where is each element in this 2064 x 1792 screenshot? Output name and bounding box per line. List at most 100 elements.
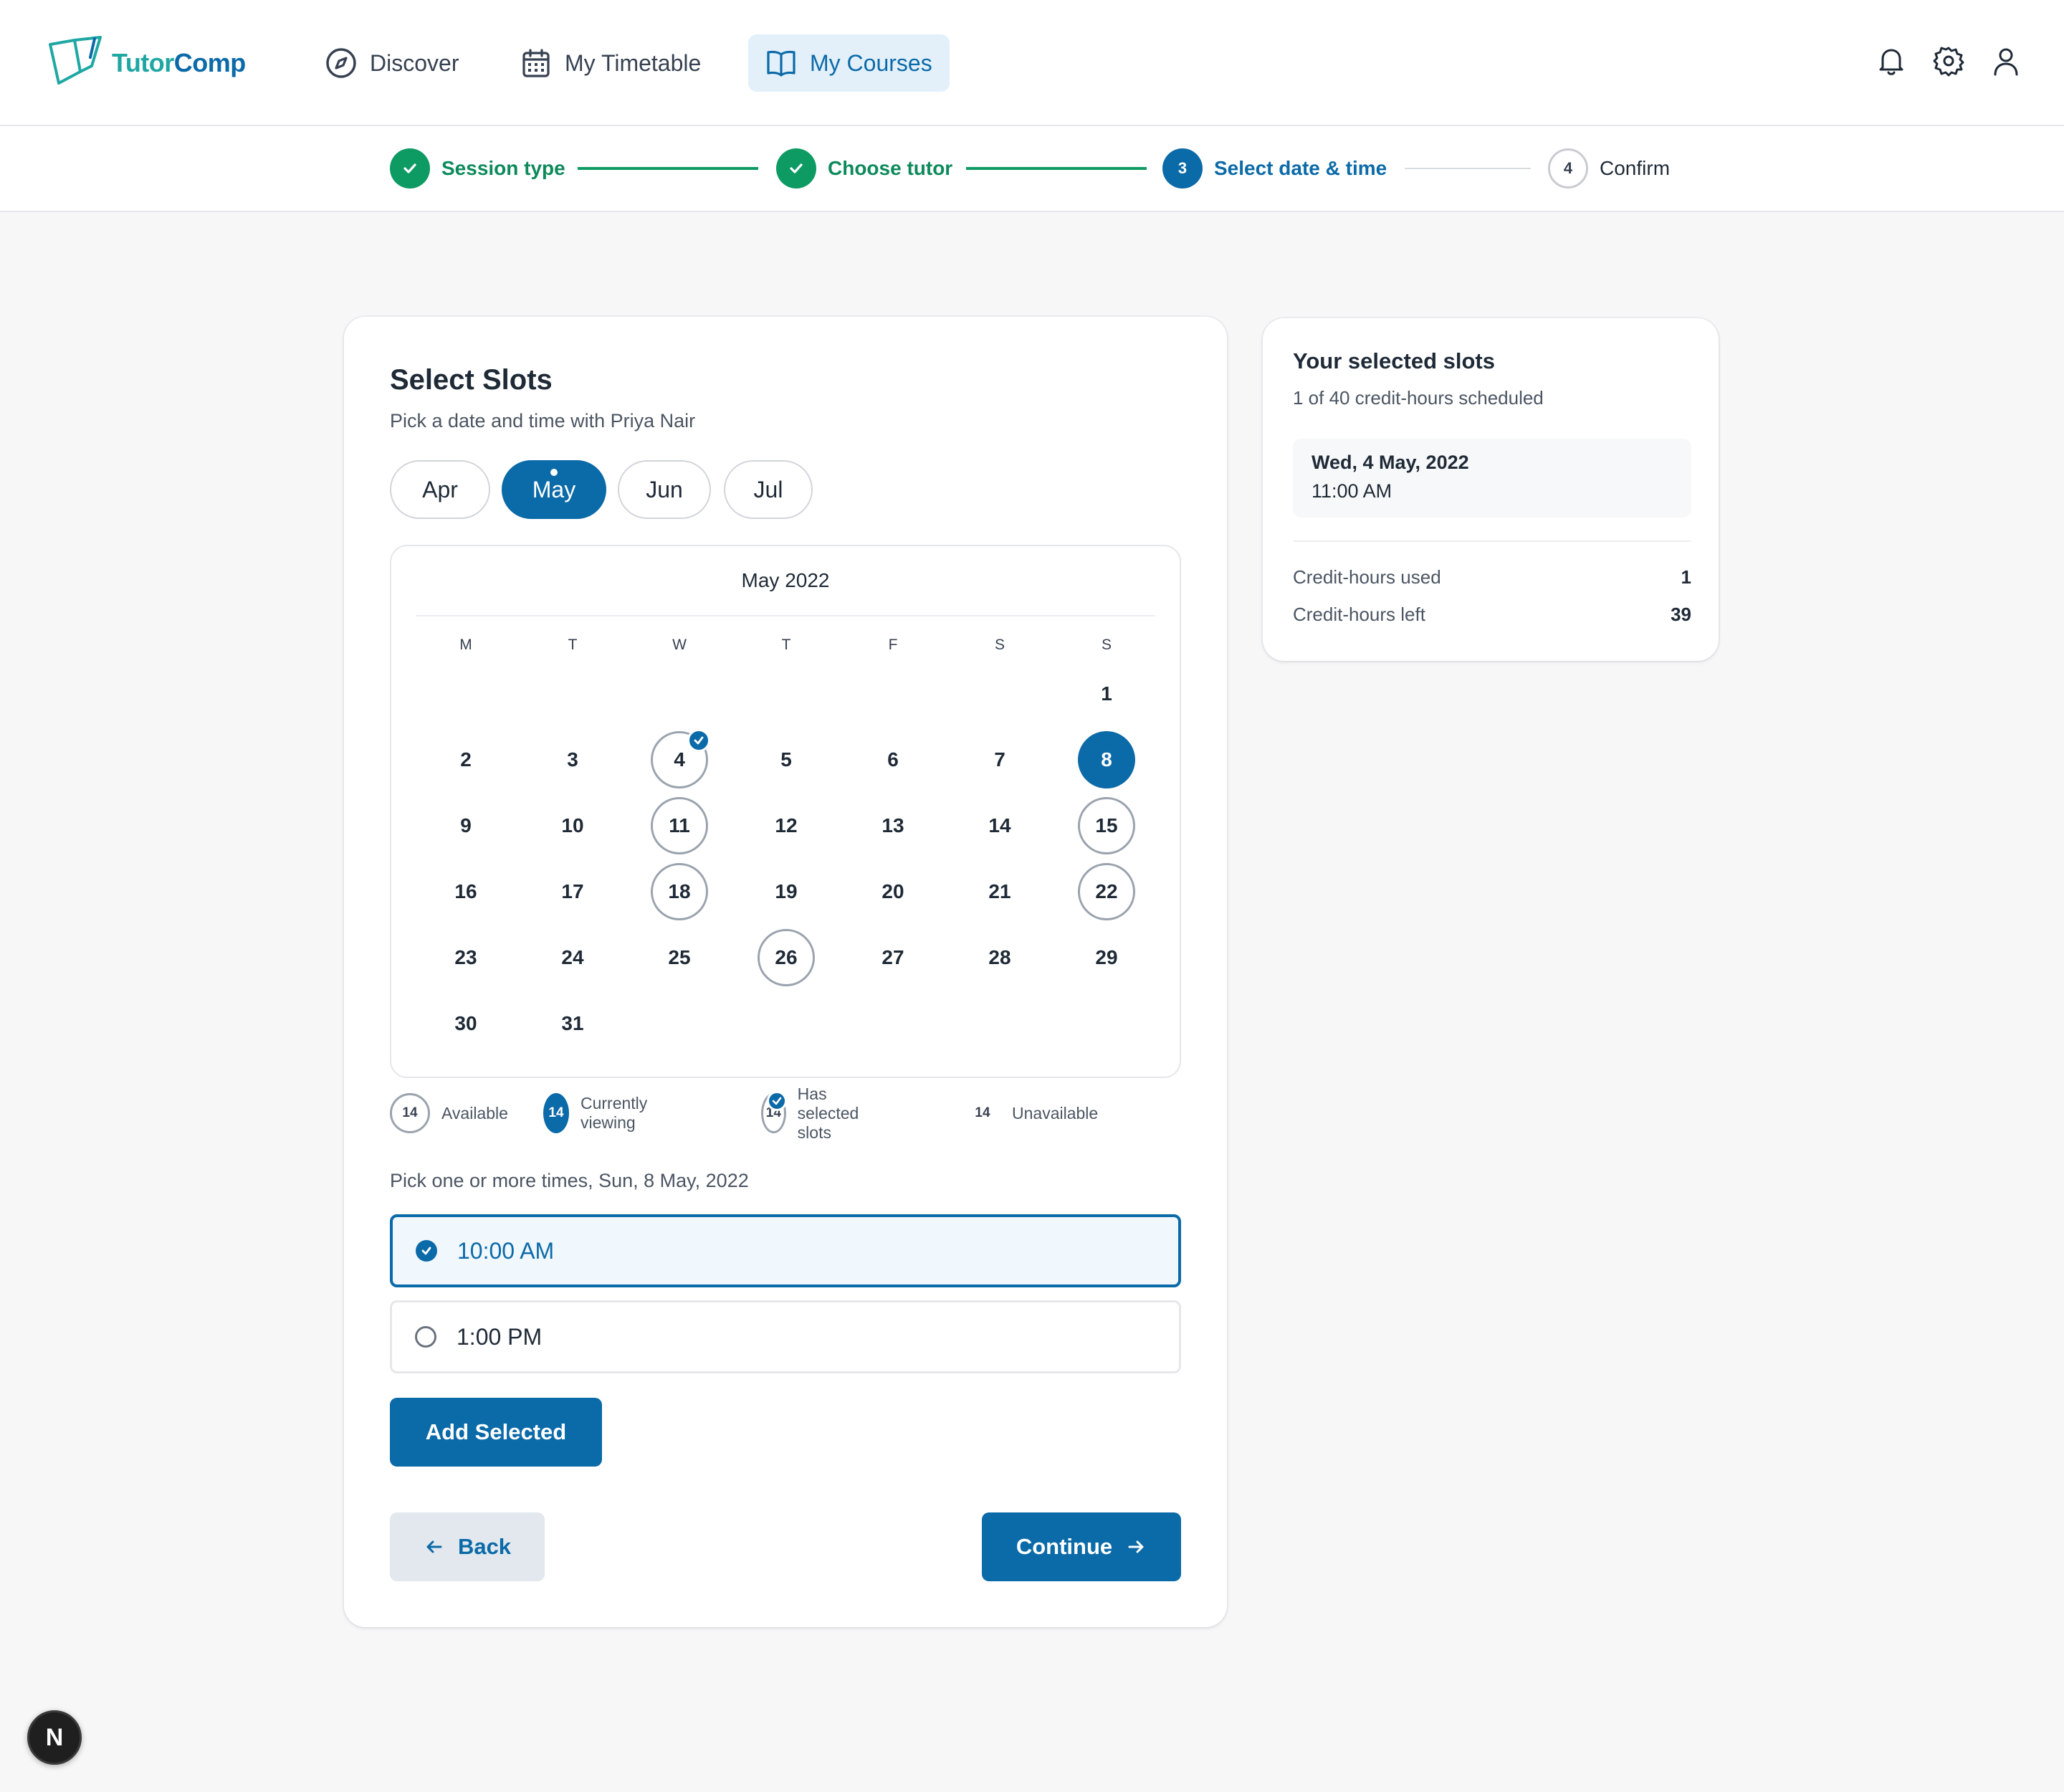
step-choose-tutor[interactable]: Choose tutor bbox=[776, 148, 952, 189]
book-open-icon bbox=[767, 50, 796, 77]
weekday-header: T bbox=[781, 637, 791, 653]
step-confirm[interactable]: 4 Confirm bbox=[1548, 148, 1670, 189]
month-tab-may[interactable]: May bbox=[502, 460, 606, 519]
day-number: 13 bbox=[882, 814, 904, 837]
logo[interactable]: TutorComp bbox=[47, 36, 246, 90]
calendar-day: 21 bbox=[971, 863, 1028, 920]
top-navigation-bar: TutorComp Discover My Timetable My Cours… bbox=[0, 0, 2064, 126]
day-number: 31 bbox=[561, 1012, 584, 1034]
legend-swatch: 14 bbox=[975, 1105, 990, 1120]
day-number: 16 bbox=[454, 880, 477, 902]
calendar-day: 19 bbox=[758, 863, 815, 920]
side-card-subtitle: 1 of 40 credit-hours scheduled bbox=[1293, 387, 1544, 409]
day-number: 18 bbox=[668, 880, 691, 902]
step-label: Session type bbox=[441, 157, 565, 179]
calendar-day: 5 bbox=[758, 731, 815, 788]
check-icon bbox=[390, 148, 430, 189]
calendar-day: 30 bbox=[437, 995, 494, 1052]
step-number: 4 bbox=[1548, 148, 1588, 189]
calendar-day: 9 bbox=[437, 797, 494, 854]
weekday-header: S bbox=[1101, 637, 1112, 653]
step-number: 3 bbox=[1162, 148, 1203, 189]
month-tab-jun[interactable]: Jun bbox=[618, 460, 711, 519]
credit-hours-used-label: Credit-hours used bbox=[1293, 566, 1441, 588]
selected-slots-card: Your selected slots 1 of 40 credit-hours… bbox=[1263, 318, 1719, 661]
day-number: 17 bbox=[561, 880, 584, 902]
calendar-icon bbox=[522, 49, 550, 77]
day-number: 24 bbox=[561, 946, 584, 968]
selected-slot[interactable]: Wed, 4 May, 2022 11:00 AM bbox=[1293, 439, 1691, 518]
day-number: 1 bbox=[1101, 682, 1112, 705]
step-label: Select date & time bbox=[1214, 157, 1387, 179]
day-number: 29 bbox=[1095, 946, 1118, 968]
day-number: 9 bbox=[460, 814, 472, 837]
credit-hours-used-row: Credit-hours used 1 bbox=[1293, 566, 1691, 588]
day-number: 3 bbox=[567, 748, 578, 771]
gear-icon[interactable] bbox=[1932, 44, 1965, 77]
legend-current: 14 Currently viewing bbox=[543, 1092, 661, 1134]
legend-unavailable: 14 Unavailable bbox=[972, 1092, 1098, 1134]
month-tab-apr[interactable]: Apr bbox=[390, 460, 490, 519]
calendar-day: 27 bbox=[864, 929, 922, 986]
add-selected-button[interactable]: Add Selected bbox=[390, 1398, 602, 1467]
nav-timetable[interactable]: My Timetable bbox=[503, 34, 718, 92]
month-tab-jul[interactable]: Jul bbox=[724, 460, 813, 519]
legend-available: 14 Available bbox=[390, 1092, 508, 1134]
dev-badge[interactable]: N bbox=[27, 1710, 82, 1765]
calendar-day[interactable]: 11 bbox=[651, 797, 708, 854]
calendar-day: 17 bbox=[544, 863, 601, 920]
month-tab-label: May bbox=[532, 476, 576, 502]
nav-discover[interactable]: Discover bbox=[308, 34, 476, 92]
day-number: 30 bbox=[454, 1012, 477, 1034]
arrow-right-icon bbox=[1128, 1540, 1144, 1553]
brand-name: TutorComp bbox=[112, 48, 246, 77]
day-number: 8 bbox=[1101, 748, 1112, 771]
calendar-day[interactable]: 22 bbox=[1078, 863, 1135, 920]
credit-hours-left-row: Credit-hours left 39 bbox=[1293, 604, 1691, 626]
calendar-day: 28 bbox=[971, 929, 1028, 986]
check-icon bbox=[687, 729, 710, 752]
calendar-day: 13 bbox=[864, 797, 922, 854]
continue-button[interactable]: Continue bbox=[982, 1512, 1181, 1581]
nav-timetable-label: My Timetable bbox=[565, 49, 702, 76]
calendar-day[interactable]: 18 bbox=[651, 863, 708, 920]
time-option-1pm[interactable]: 1:00 PM bbox=[390, 1300, 1181, 1373]
step-connector bbox=[1405, 168, 1531, 169]
time-option-10am[interactable]: 10:00 AM bbox=[390, 1214, 1181, 1287]
step-label: Confirm bbox=[1600, 157, 1671, 179]
nav-my-courses[interactable]: My Courses bbox=[748, 34, 950, 92]
day-number: 7 bbox=[994, 748, 1005, 771]
credit-hours-left-label: Credit-hours left bbox=[1293, 604, 1425, 625]
nav-my-courses-label: My Courses bbox=[810, 49, 932, 76]
card-title: Select Slots bbox=[390, 364, 553, 396]
calendar-day: 29 bbox=[1078, 929, 1135, 986]
calendar-day[interactable]: 8 bbox=[1078, 731, 1135, 788]
compass-icon bbox=[326, 48, 356, 78]
step-session-type[interactable]: Session type bbox=[390, 148, 565, 189]
day-number: 26 bbox=[775, 946, 798, 968]
legend-label: Currently viewing bbox=[580, 1094, 648, 1132]
calendar-day[interactable]: 4 bbox=[651, 729, 710, 788]
calendar-day: 12 bbox=[758, 797, 815, 854]
legend-selected: 14 Has selected slots bbox=[761, 1085, 874, 1142]
back-button[interactable]: Back bbox=[390, 1512, 545, 1581]
select-slots-card: Select Slots Pick a date and time with P… bbox=[344, 317, 1227, 1627]
calendar-day: 31 bbox=[544, 995, 601, 1052]
calendar-day[interactable]: 26 bbox=[758, 929, 815, 986]
weekday-header: F bbox=[888, 637, 898, 653]
day-number: 4 bbox=[674, 748, 685, 771]
user-icon[interactable] bbox=[1989, 44, 2022, 77]
checked-radio-icon bbox=[416, 1240, 437, 1262]
active-month-indicator bbox=[550, 469, 558, 476]
time-option-label: 10:00 AM bbox=[457, 1237, 555, 1264]
bell-icon[interactable] bbox=[1875, 44, 1908, 77]
radio-icon bbox=[415, 1326, 436, 1348]
calendar-day: 3 bbox=[544, 731, 601, 788]
calendar-day[interactable]: 15 bbox=[1078, 797, 1135, 854]
calendar-day: 1 bbox=[1078, 665, 1135, 723]
day-number: 20 bbox=[882, 880, 904, 902]
calendar-day: 7 bbox=[971, 731, 1028, 788]
step-select-date-time[interactable]: 3 Select date & time bbox=[1162, 148, 1387, 189]
day-number: 10 bbox=[561, 814, 584, 837]
logo-icon bbox=[49, 36, 102, 85]
